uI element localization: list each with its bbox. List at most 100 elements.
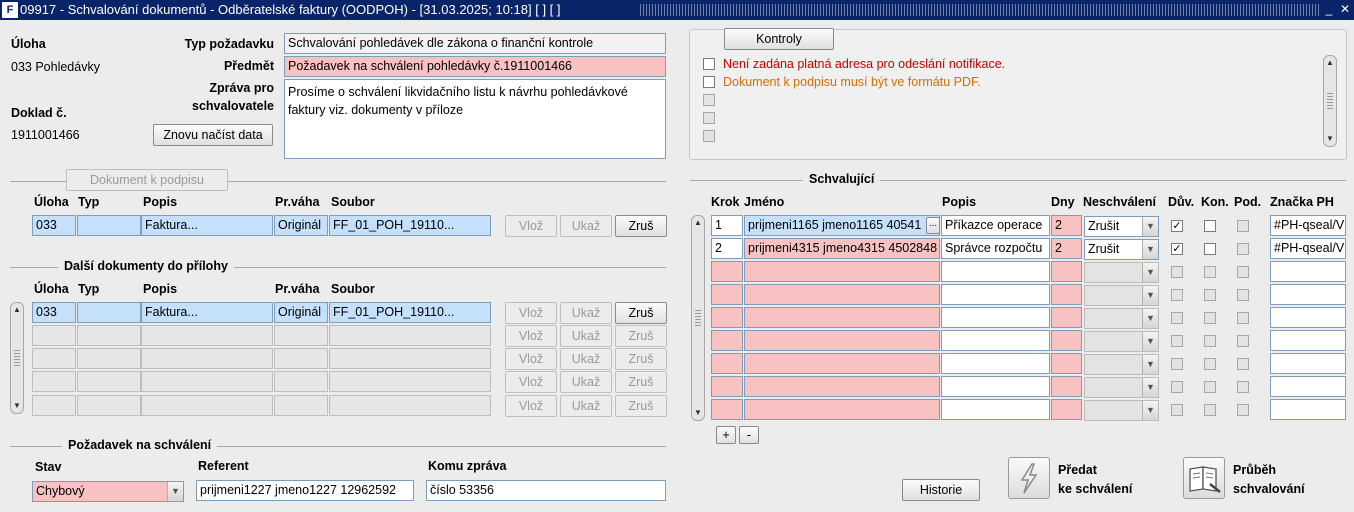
- neschvaleni-select[interactable]: ▼: [1084, 377, 1159, 398]
- scroll-down-icon[interactable]: ▼: [1324, 132, 1336, 146]
- neschvaleni-select[interactable]: ▼: [1084, 308, 1159, 329]
- duv-checkbox[interactable]: ✓: [1171, 243, 1183, 255]
- kon-checkbox[interactable]: [1204, 312, 1216, 324]
- popis-cell[interactable]: [941, 330, 1050, 351]
- chevron-down-icon[interactable]: ▼: [1142, 332, 1158, 351]
- duv-checkbox[interactable]: [1171, 358, 1183, 370]
- jmeno-cell[interactable]: [744, 353, 940, 374]
- jmeno-cell[interactable]: prijmeni4315 jmeno4315 4502848: [744, 238, 940, 259]
- pod-checkbox[interactable]: [1237, 220, 1249, 232]
- krok-cell[interactable]: [711, 261, 743, 282]
- kon-checkbox[interactable]: [1204, 404, 1216, 416]
- stav-select[interactable]: Chybový ▼: [32, 481, 184, 502]
- prubeh-label-line1[interactable]: Průběh: [1233, 463, 1276, 477]
- pod-checkbox[interactable]: [1237, 312, 1249, 324]
- krok-cell[interactable]: 1: [711, 215, 743, 236]
- duv-checkbox[interactable]: [1171, 381, 1183, 393]
- chevron-down-icon[interactable]: ▼: [167, 482, 183, 501]
- dny-cell[interactable]: 2: [1051, 215, 1082, 236]
- typ-pozadavku-field[interactable]: Schvalování pohledávek dle zákona o fina…: [284, 33, 666, 54]
- predat-label-line1[interactable]: Předat: [1058, 463, 1097, 477]
- znacka-ph-cell[interactable]: [1270, 399, 1346, 420]
- dny-cell[interactable]: [1051, 307, 1082, 328]
- duv-checkbox[interactable]: [1171, 335, 1183, 347]
- document-to-sign-button[interactable]: Dokument k podpisu: [66, 169, 228, 191]
- chevron-down-icon[interactable]: ▼: [1142, 401, 1158, 420]
- duv-checkbox[interactable]: [1171, 266, 1183, 278]
- znacka-ph-cell[interactable]: [1270, 376, 1346, 397]
- kon-checkbox[interactable]: [1204, 243, 1216, 255]
- message-checkbox[interactable]: [703, 94, 715, 106]
- jmeno-cell[interactable]: [744, 307, 940, 328]
- message-checkbox[interactable]: [703, 112, 715, 124]
- duv-checkbox[interactable]: [1171, 312, 1183, 324]
- popis-cell[interactable]: Správce rozpočtu: [941, 238, 1050, 259]
- dny-cell[interactable]: [1051, 399, 1082, 420]
- neschvaleni-select[interactable]: ▼: [1084, 262, 1159, 283]
- kon-checkbox[interactable]: [1204, 289, 1216, 301]
- pod-checkbox[interactable]: [1237, 335, 1249, 347]
- duv-checkbox[interactable]: ✓: [1171, 220, 1183, 232]
- dny-cell[interactable]: [1051, 284, 1082, 305]
- neschvaleni-select[interactable]: Zrušit ▼: [1084, 216, 1159, 237]
- pod-checkbox[interactable]: [1237, 381, 1249, 393]
- referent-field[interactable]: prijmeni1227 jmeno1227 12962592: [196, 480, 414, 501]
- message-checkbox[interactable]: [703, 130, 715, 142]
- kontroly-scrollbar[interactable]: ▲ ▼: [1323, 55, 1337, 147]
- neschvaleni-select[interactable]: ▼: [1084, 331, 1159, 352]
- chevron-down-icon[interactable]: ▼: [1142, 286, 1158, 305]
- dny-cell[interactable]: [1051, 353, 1082, 374]
- jmeno-cell[interactable]: [744, 284, 940, 305]
- prubeh-button[interactable]: [1183, 457, 1225, 499]
- znacka-ph-cell[interactable]: #PH-qseal/V: [1270, 215, 1346, 236]
- jmeno-cell[interactable]: [744, 261, 940, 282]
- neschvaleni-select[interactable]: ▼: [1084, 354, 1159, 375]
- kontroly-button[interactable]: Kontroly: [724, 28, 834, 50]
- krok-cell[interactable]: [711, 330, 743, 351]
- popis-cell[interactable]: [941, 284, 1050, 305]
- message-checkbox[interactable]: [703, 76, 715, 88]
- dny-cell[interactable]: [1051, 376, 1082, 397]
- krok-cell[interactable]: [711, 353, 743, 374]
- pod-checkbox[interactable]: [1237, 266, 1249, 278]
- scroll-up-icon[interactable]: ▲: [1324, 56, 1336, 70]
- chevron-down-icon[interactable]: ▼: [1142, 378, 1158, 397]
- znacka-ph-cell[interactable]: [1270, 330, 1346, 351]
- znacka-ph-cell[interactable]: [1270, 261, 1346, 282]
- chevron-down-icon[interactable]: ▼: [1142, 217, 1158, 236]
- popis-cell[interactable]: [941, 307, 1050, 328]
- historie-button[interactable]: Historie: [902, 479, 980, 501]
- neschvaleni-select[interactable]: ▼: [1084, 285, 1159, 306]
- neschvaleni-select[interactable]: ▼: [1084, 400, 1159, 421]
- pod-checkbox[interactable]: [1237, 404, 1249, 416]
- chevron-down-icon[interactable]: ▼: [1142, 355, 1158, 374]
- jmeno-cell[interactable]: prijmeni1165 jmeno1165 40541: [744, 215, 940, 236]
- znacka-ph-cell[interactable]: [1270, 307, 1346, 328]
- chevron-down-icon[interactable]: ▼: [1142, 240, 1158, 259]
- krok-cell[interactable]: 2: [711, 238, 743, 259]
- reload-data-button[interactable]: Znovu načíst data: [153, 124, 273, 146]
- duv-checkbox[interactable]: [1171, 404, 1183, 416]
- add-row-button[interactable]: +: [716, 426, 736, 444]
- kon-checkbox[interactable]: [1204, 381, 1216, 393]
- krok-cell[interactable]: [711, 399, 743, 420]
- kon-checkbox[interactable]: [1204, 358, 1216, 370]
- pod-checkbox[interactable]: [1237, 243, 1249, 255]
- krok-cell[interactable]: [711, 284, 743, 305]
- dny-cell[interactable]: 2: [1051, 238, 1082, 259]
- popis-cell[interactable]: [941, 353, 1050, 374]
- popis-cell[interactable]: Příkazce operace: [941, 215, 1050, 236]
- kon-checkbox[interactable]: [1204, 266, 1216, 278]
- remove-row-button[interactable]: -: [739, 426, 759, 444]
- znacka-ph-cell[interactable]: [1270, 353, 1346, 374]
- jmeno-cell[interactable]: [744, 376, 940, 397]
- dny-cell[interactable]: [1051, 330, 1082, 351]
- znacka-ph-cell[interactable]: #PH-qseal/V: [1270, 238, 1346, 259]
- popis-cell[interactable]: [941, 376, 1050, 397]
- krok-cell[interactable]: [711, 376, 743, 397]
- prubeh-label-line2[interactable]: schvalování: [1233, 482, 1305, 496]
- zprava-textarea[interactable]: Prosíme o schválení likvidačního listu k…: [284, 79, 666, 159]
- pod-checkbox[interactable]: [1237, 358, 1249, 370]
- jmeno-cell[interactable]: [744, 330, 940, 351]
- minimize-button[interactable]: _: [1322, 2, 1336, 17]
